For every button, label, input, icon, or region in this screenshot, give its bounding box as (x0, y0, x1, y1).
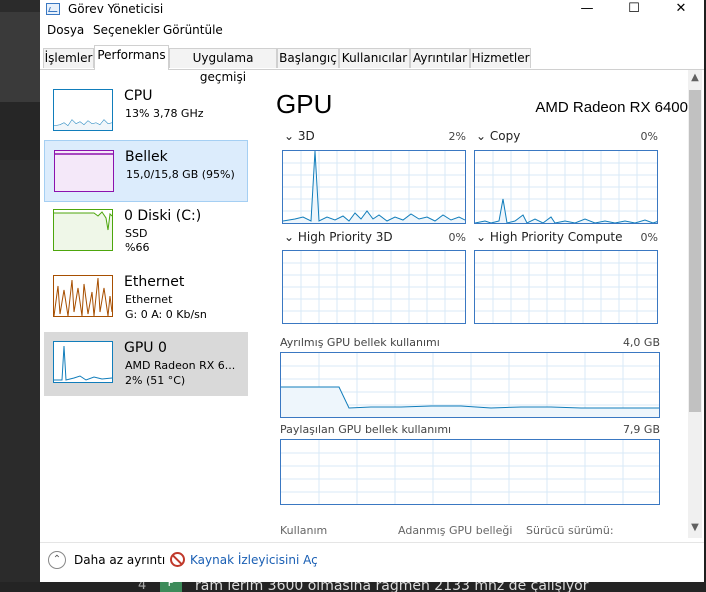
sidebar-item-name: GPU 0 (124, 340, 167, 356)
disk-thumbnail-graph (54, 211, 112, 250)
sidebar-item-detail: G: 0 A: 0 Kb/sn (125, 308, 207, 321)
graph-high-priority-3d (282, 250, 466, 324)
stat-dedicated-memory-label: Adanmış GPU belleği (398, 524, 513, 537)
title-bar[interactable]: Görev Yöneticisi — ☐ ✕ (40, 0, 704, 20)
sidebar-item-detail: %66 (125, 241, 150, 254)
engine-selector-copy[interactable]: ⌄ Copy (476, 129, 520, 143)
background-bottom: 4 P ram lerim 3600 olmasına rağmen 2133 … (0, 582, 706, 592)
engine-selector-high-priority-3d[interactable]: ⌄ High Priority 3D (284, 230, 393, 244)
disk-thumbnail (53, 209, 113, 251)
fewer-details-link[interactable]: Daha az ayrıntı (74, 553, 165, 567)
graph-high-priority-compute-svg (475, 251, 657, 323)
gpu-thumbnail-graph (54, 345, 112, 381)
background-avatar: P (160, 582, 182, 592)
graph-copy-svg (475, 151, 657, 223)
shared-memory-label: Paylaşılan GPU bellek kullanımı (280, 423, 452, 436)
chevron-up-icon[interactable]: ⌃ (48, 551, 66, 569)
tab-processes[interactable]: İşlemler (43, 48, 94, 68)
sidebar-item-gpu[interactable]: GPU 0 AMD Radeon RX 6... 2% (51 °C) (44, 332, 248, 396)
graph-copy (474, 150, 658, 224)
graph-3d (282, 150, 466, 224)
graph-high-priority-3d-svg (283, 251, 465, 323)
memory-thumbnail-graph (55, 153, 113, 191)
background-band (0, 12, 40, 102)
graph-dedicated-memory (280, 352, 660, 418)
engine-label: 3D (297, 129, 315, 143)
background-number: 4 (138, 582, 147, 592)
menu-view[interactable]: Görüntüle (163, 23, 223, 37)
tab-performance[interactable]: Performans (94, 45, 169, 70)
sidebar-item-name: 0 Diski (C:) (124, 208, 202, 224)
sidebar-item-name: Ethernet (124, 274, 185, 290)
background-left (0, 0, 40, 592)
engine-label: High Priority 3D (297, 230, 393, 244)
sidebar-item-disk[interactable]: 0 Diski (C:) SSD %66 (44, 200, 248, 262)
open-resource-monitor-link[interactable]: Kaynak İzleyicisini Aç (190, 553, 318, 567)
tab-startup[interactable]: Başlangıç (277, 48, 339, 68)
scroll-up-icon[interactable]: ▲ (688, 72, 702, 83)
graph-shared-memory-svg (281, 440, 659, 504)
background-band (0, 102, 40, 160)
footer-bar: ⌃ Daha az ayrıntı Kaynak İzleyicisini Aç (40, 542, 704, 579)
dedicated-memory-label: Ayrılmış GPU bellek kullanımı (280, 336, 440, 349)
menu-file[interactable]: Dosya (47, 23, 84, 37)
cpu-thumbnail-graph (54, 119, 112, 130)
memory-thumbnail (54, 150, 114, 192)
sidebar-item-cpu[interactable]: CPU 13% 3,78 GHz (44, 80, 248, 142)
shared-memory-max: 7,9 GB (622, 423, 660, 436)
performance-sidebar: CPU 13% 3,78 GHz Bellek 15,0/15,8 GB (95… (44, 80, 250, 520)
page-title: GPU (276, 89, 333, 119)
scrollbar-thumb[interactable] (689, 90, 701, 412)
maximize-button[interactable]: ☐ (611, 0, 657, 20)
ethernet-thumbnail (53, 275, 113, 317)
ethernet-thumbnail-graph (54, 277, 112, 316)
engine-label: Copy (489, 129, 521, 143)
tab-app-history[interactable]: Uygulama geçmişi (169, 48, 277, 84)
engine-label: High Priority Compute (489, 230, 623, 244)
scroll-down-icon[interactable]: ▼ (688, 522, 702, 533)
tab-users[interactable]: Kullanıcılar (339, 48, 410, 68)
sidebar-item-detail: AMD Radeon RX 6... (125, 359, 236, 372)
graph-high-priority-compute (474, 250, 658, 324)
vertical-scrollbar[interactable]: ▲ ▼ (688, 70, 702, 538)
engine-selector-3d[interactable]: ⌄ 3D (284, 129, 315, 143)
sidebar-item-detail: Ethernet (125, 293, 173, 306)
close-button[interactable]: ✕ (658, 0, 704, 20)
minimize-button[interactable]: — (564, 0, 610, 20)
background-text: ram lerim 3600 olmasına rağmen 2133 mhz … (195, 582, 589, 592)
window-title: Görev Yöneticisi (68, 2, 164, 16)
tab-services[interactable]: Hizmetler (470, 48, 531, 68)
graph-3d-svg (283, 151, 465, 223)
sidebar-item-memory[interactable]: Bellek 15,0/15,8 GB (95%) (44, 140, 248, 202)
sidebar-item-detail: 13% 3,78 GHz (125, 107, 204, 120)
stat-utilization-label: Kullanım (280, 524, 328, 537)
gpu-detail-panel: GPU AMD Radeon RX 6400 ⌄ 3D 2% ⌄ Copy 0% (266, 80, 688, 540)
engine-percent: 0% (448, 231, 466, 244)
sidebar-item-detail: 15,0/15,8 GB (95%) (126, 168, 235, 181)
engine-selector-high-priority-compute[interactable]: ⌄ High Priority Compute (476, 230, 623, 244)
tab-bar: İşlemler Performans Uygulama geçmişi Baş… (40, 45, 704, 84)
resource-monitor-icon (170, 552, 185, 567)
sidebar-item-detail: SSD (125, 227, 148, 240)
engine-percent: 0% (640, 231, 658, 244)
dedicated-memory-max: 4,0 GB (622, 336, 660, 349)
graph-dedicated-memory-svg (281, 353, 659, 417)
engine-percent: 0% (640, 130, 658, 143)
task-manager-window: Görev Yöneticisi — ☐ ✕ Dosya Seçenekler … (40, 0, 704, 582)
sidebar-item-name: Bellek (125, 149, 168, 165)
tab-details[interactable]: Ayrıntılar (410, 48, 470, 68)
sidebar-item-detail: 2% (51 °C) (125, 374, 186, 387)
stat-driver-version-label: Sürücü sürümü: (526, 524, 614, 537)
sidebar-item-name: CPU (124, 88, 153, 104)
sidebar-item-ethernet[interactable]: Ethernet Ethernet G: 0 A: 0 Kb/sn (44, 266, 248, 328)
engine-percent: 2% (448, 130, 466, 143)
gpu-thumbnail (53, 341, 113, 383)
task-manager-icon (46, 3, 60, 15)
graph-shared-memory (280, 439, 660, 505)
menu-options[interactable]: Seçenekler (93, 23, 160, 37)
gpu-model-name: AMD Radeon RX 6400 (535, 99, 688, 116)
cpu-thumbnail (53, 89, 113, 131)
